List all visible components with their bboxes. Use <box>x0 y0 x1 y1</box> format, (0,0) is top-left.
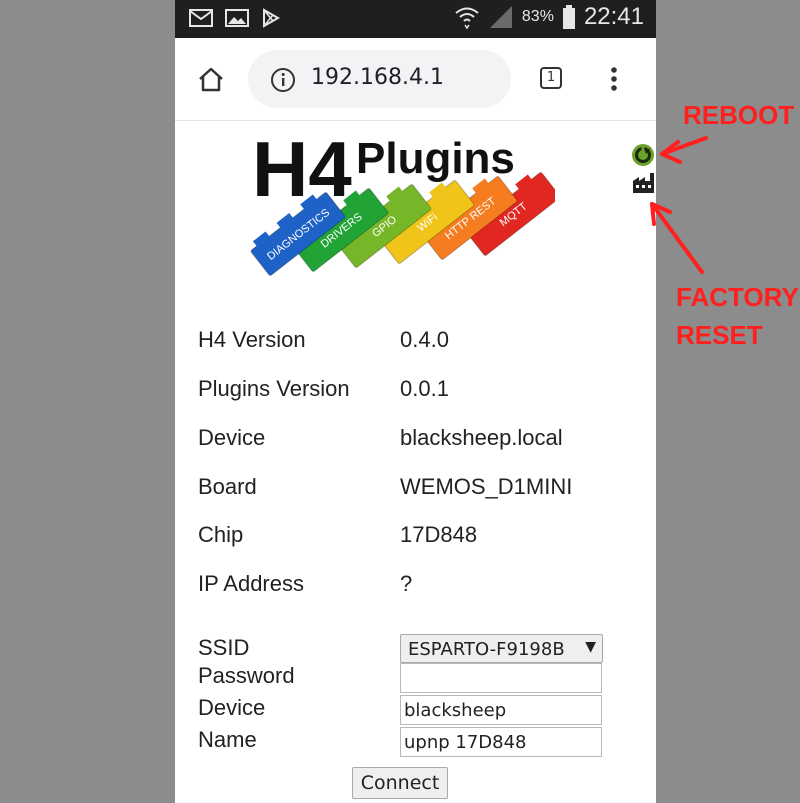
home-icon[interactable] <box>197 66 225 92</box>
logo-title-h4: H4 <box>252 126 352 213</box>
name-field[interactable]: upnp 17D848 <box>400 727 602 757</box>
device-label: Device <box>198 695 266 720</box>
chevron-down-icon: ▼ <box>585 639 596 655</box>
connect-button[interactable]: Connect <box>352 767 448 799</box>
factory-reset-annotation-line2: RESET <box>676 320 763 350</box>
status-bar: 83% 22:41 <box>175 0 656 38</box>
info-value: 17D848 <box>400 522 478 547</box>
info-value: blacksheep.local <box>400 425 563 450</box>
name-label: Name <box>198 727 257 752</box>
ssid-selected-value: ESPARTO-F9198B <box>408 639 565 660</box>
url-text[interactable]: 192.168.4.1 <box>311 65 444 90</box>
ssid-label: SSID <box>198 635 250 660</box>
tab-count: 1 <box>546 70 556 85</box>
battery-percent: 83% <box>521 8 554 25</box>
info-label: Board <box>198 474 257 499</box>
wifi-icon <box>455 7 479 30</box>
info-value: 0.4.0 <box>400 327 449 352</box>
password-label: Password <box>198 663 295 688</box>
device-field[interactable]: blacksheep <box>400 695 602 725</box>
info-value: 0.0.1 <box>400 376 449 401</box>
info-label: IP Address <box>198 571 304 596</box>
info-label: Chip <box>198 522 244 547</box>
reboot-arrow <box>660 136 708 156</box>
clock: 22:41 <box>583 3 644 30</box>
logo-title-plugins: Plugins <box>356 134 515 183</box>
info-value: ? <box>400 571 413 596</box>
info-label: Plugins Version <box>198 376 350 401</box>
browser-toolbar: 192.168.4.1 1 <box>175 38 656 121</box>
mail-icon <box>189 9 213 27</box>
phone-screen: 83% 22:41 192.168.4.1 1 H4 Plugins MQTT … <box>175 0 656 803</box>
info-label: Device <box>198 425 266 450</box>
image-icon <box>225 9 249 27</box>
info-value: WEMOS_D1MINI <box>400 474 573 499</box>
annotation-arrows <box>650 136 708 274</box>
signal-icon <box>489 6 512 28</box>
tab-switcher-button[interactable]: 1 <box>540 67 562 89</box>
play-store-icon <box>263 8 281 28</box>
battery-icon <box>562 5 575 29</box>
factory-reset-arrow <box>650 202 704 274</box>
info-label: H4 Version <box>198 327 306 352</box>
h4plugins-logo: H4 Plugins MQTTHTTP RESTWiFiGPIODRIVERSD… <box>250 126 555 276</box>
address-bar[interactable]: 192.168.4.1 <box>248 50 511 108</box>
overflow-menu-icon[interactable] <box>610 66 618 92</box>
password-field[interactable] <box>400 663 602 693</box>
ssid-select[interactable]: ESPARTO-F9198B ▼ <box>400 634 603 663</box>
info-icon[interactable] <box>270 67 296 93</box>
